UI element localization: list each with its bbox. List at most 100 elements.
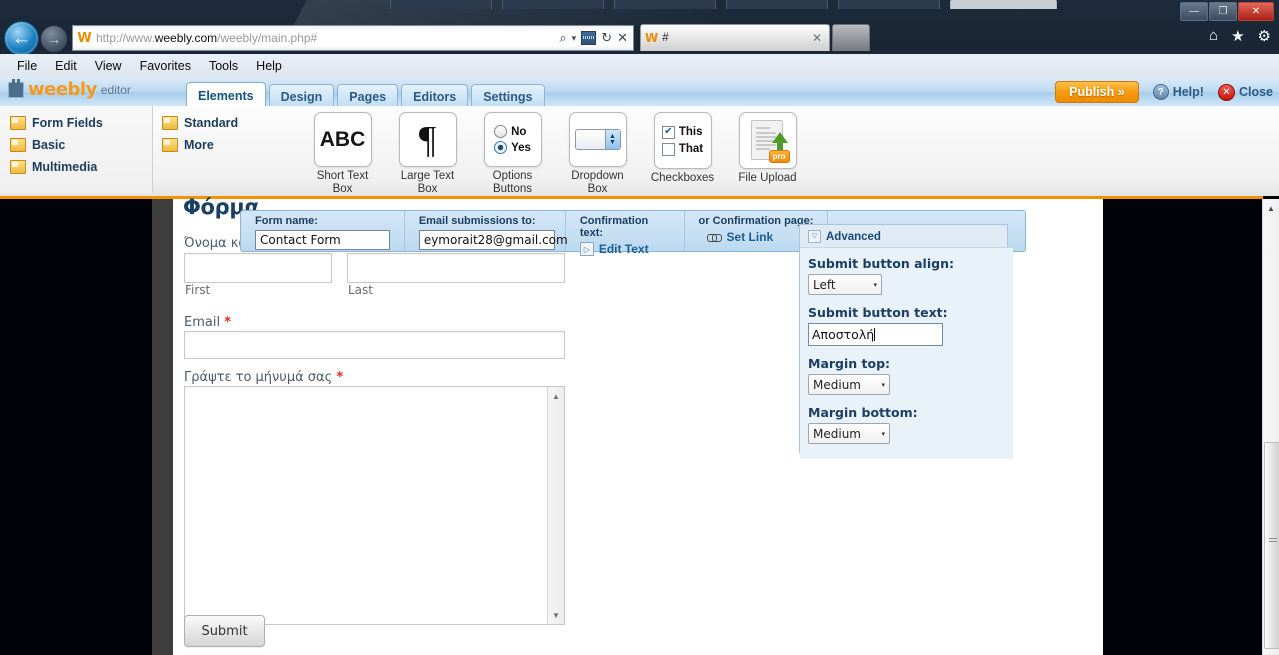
submit-text-input[interactable]: Αποστολή [808,323,943,346]
tool-dropdown-box[interactable]: ▲ ▼ Dropdown Box [555,106,640,196]
weebly-header: weebly editor Elements Design Pages Edit… [0,78,1279,109]
email-input[interactable] [184,331,565,359]
collapse-icon[interactable]: ▽ [808,230,821,243]
compatibility-view-icon[interactable] [581,31,597,45]
submit-text-value: Αποστολή [812,327,875,342]
weebly-plug-icon [8,79,24,98]
tab-close-icon[interactable]: ✕ [809,31,825,45]
link-icon [706,232,722,242]
restore-button[interactable]: ❐ [1209,2,1237,21]
submit-align-select[interactable]: Left ▾ [808,274,882,295]
menu-edit[interactable]: Edit [46,57,86,75]
tool-large-text-box[interactable]: ¶ Large Text Box [385,106,470,196]
publish-button[interactable]: Publish » [1055,81,1139,103]
sidebar-item-basic[interactable]: Basic [0,134,152,156]
element-tools: ABC Short Text Box ¶ Large Text Box No Y… [300,106,810,196]
close-icon: ✕ [1217,83,1235,101]
back-icon[interactable]: ← [4,21,39,56]
first-name-input[interactable] [184,253,332,283]
window-controls[interactable]: — ❐ ✕ [1180,2,1274,21]
textarea-scrollbar[interactable]: ▲ ▼ [547,387,564,624]
weebly-logo-subtext: editor [100,83,131,97]
dropdown-box-icon: ▲ ▼ [568,112,627,167]
tab-elements[interactable]: Elements [186,82,266,109]
favorites-icon[interactable]: ★ [1231,27,1244,45]
editor-tabs: Elements Design Pages Editors Settings [186,82,545,109]
background-window-stubs [390,0,1090,10]
tool-checkboxes[interactable]: ✔ This That Checkboxes [640,106,725,196]
tool-label: Checkboxes [650,172,715,184]
dropdown-field [576,130,605,149]
message-textarea[interactable]: ▲ ▼ [184,386,565,625]
close-label: Close [1238,85,1273,99]
menu-view[interactable]: View [86,57,131,75]
folder-icon [10,116,26,130]
element-subcategories: Standard More [152,106,257,202]
new-tab-button[interactable] [832,24,870,51]
options-buttons-icon: No Yes [483,112,542,167]
chevron-down-icon: ▾ [881,380,885,389]
last-name-input[interactable] [347,253,565,283]
window-close-button[interactable]: ✕ [1238,2,1274,21]
margin-top-select[interactable]: Medium ▾ [808,374,890,395]
margin-bottom-select[interactable]: Medium ▾ [808,423,890,444]
menu-file[interactable]: File [8,57,46,75]
scroll-down-icon[interactable]: ▼ [548,607,564,623]
close-editor-link[interactable]: ✕ Close [1217,83,1273,101]
element-categories: Form Fields Basic Multimedia [0,106,153,202]
stop-icon[interactable]: ✕ [617,30,628,46]
tool-short-text-box[interactable]: ABC Short Text Box [300,106,385,196]
subcategory-label: Standard [184,116,239,130]
help-link[interactable]: ? Help! [1152,84,1204,100]
page-scrollbar[interactable]: ▲ [1262,199,1279,655]
category-label: Multimedia [32,160,98,174]
margin-top-label: Margin top: [808,356,891,371]
sidebar-item-multimedia[interactable]: Multimedia [0,156,152,178]
page-left-gutter [152,199,173,655]
edit-text-label: Edit Text [598,242,649,256]
weebly-logo-text: weebly [28,79,97,100]
scroll-up-icon[interactable]: ▲ [548,388,564,404]
sidebar-item-form-fields[interactable]: Form Fields [0,112,152,134]
subcategory-standard[interactable]: Standard [152,112,257,134]
tools-gear-icon[interactable]: ⚙ [1258,27,1271,45]
edit-text-icon: ▷ [579,242,594,256]
chevron-down-icon: ▾ [873,280,877,289]
tab-title: # [662,32,669,44]
subcategory-more[interactable]: More [152,134,257,156]
margin-bottom-value: Medium [813,426,861,441]
forward-icon[interactable]: → [40,25,68,53]
tool-file-upload[interactable]: pro File Upload [725,106,810,196]
scrollbar-thumb[interactable] [1264,442,1279,649]
editor-header-actions: Publish » ? Help! ✕ Close [1055,81,1273,103]
message-field-label: Γράψτε το μήνυμά σας * [184,370,344,385]
radio-icon-off [494,125,508,138]
form-name-input[interactable]: Contact Form [255,230,390,250]
site-favicon-icon: W [77,30,92,46]
menu-help[interactable]: Help [247,57,291,75]
file-upload-glyph: pro [748,119,790,163]
menu-tools[interactable]: Tools [200,57,247,75]
address-url-text: http://www.weebly.com/weebly/main.php# [96,31,318,45]
help-icon: ? [1152,84,1169,100]
chevron-down-icon[interactable]: ▾ [572,33,577,44]
tool-label: File Upload [738,172,797,184]
refresh-icon[interactable]: ↻ [601,30,612,46]
upload-arrow-icon [771,131,788,143]
browser-tab[interactable]: W # ✕ [640,24,830,51]
address-bar[interactable]: W http://www.weebly.com/weebly/main.php#… [72,25,634,51]
email-submissions-input[interactable]: eymorait28@gmail.com [418,230,568,250]
weebly-logo[interactable]: weebly editor [8,79,131,100]
menu-favorites[interactable]: Favorites [131,57,200,75]
email-submissions-cell: Email submissions to: eymorait28@gmail.c… [405,211,568,251]
minimize-button[interactable]: — [1180,2,1208,21]
radio-preview: No Yes [494,125,531,154]
edit-text-button[interactable]: ▷ Edit Text [579,242,674,256]
tab-favicon-icon: W [645,31,659,45]
advanced-panel-header[interactable]: ▽ Advanced [800,225,1007,243]
search-icon[interactable]: ⌕ [559,30,566,46]
scroll-up-icon[interactable]: ▲ [1263,200,1279,216]
form-submit-button[interactable]: Submit [184,615,265,647]
home-icon[interactable]: ⌂ [1209,27,1218,45]
tool-options-buttons[interactable]: No Yes Options Buttons [470,106,555,196]
